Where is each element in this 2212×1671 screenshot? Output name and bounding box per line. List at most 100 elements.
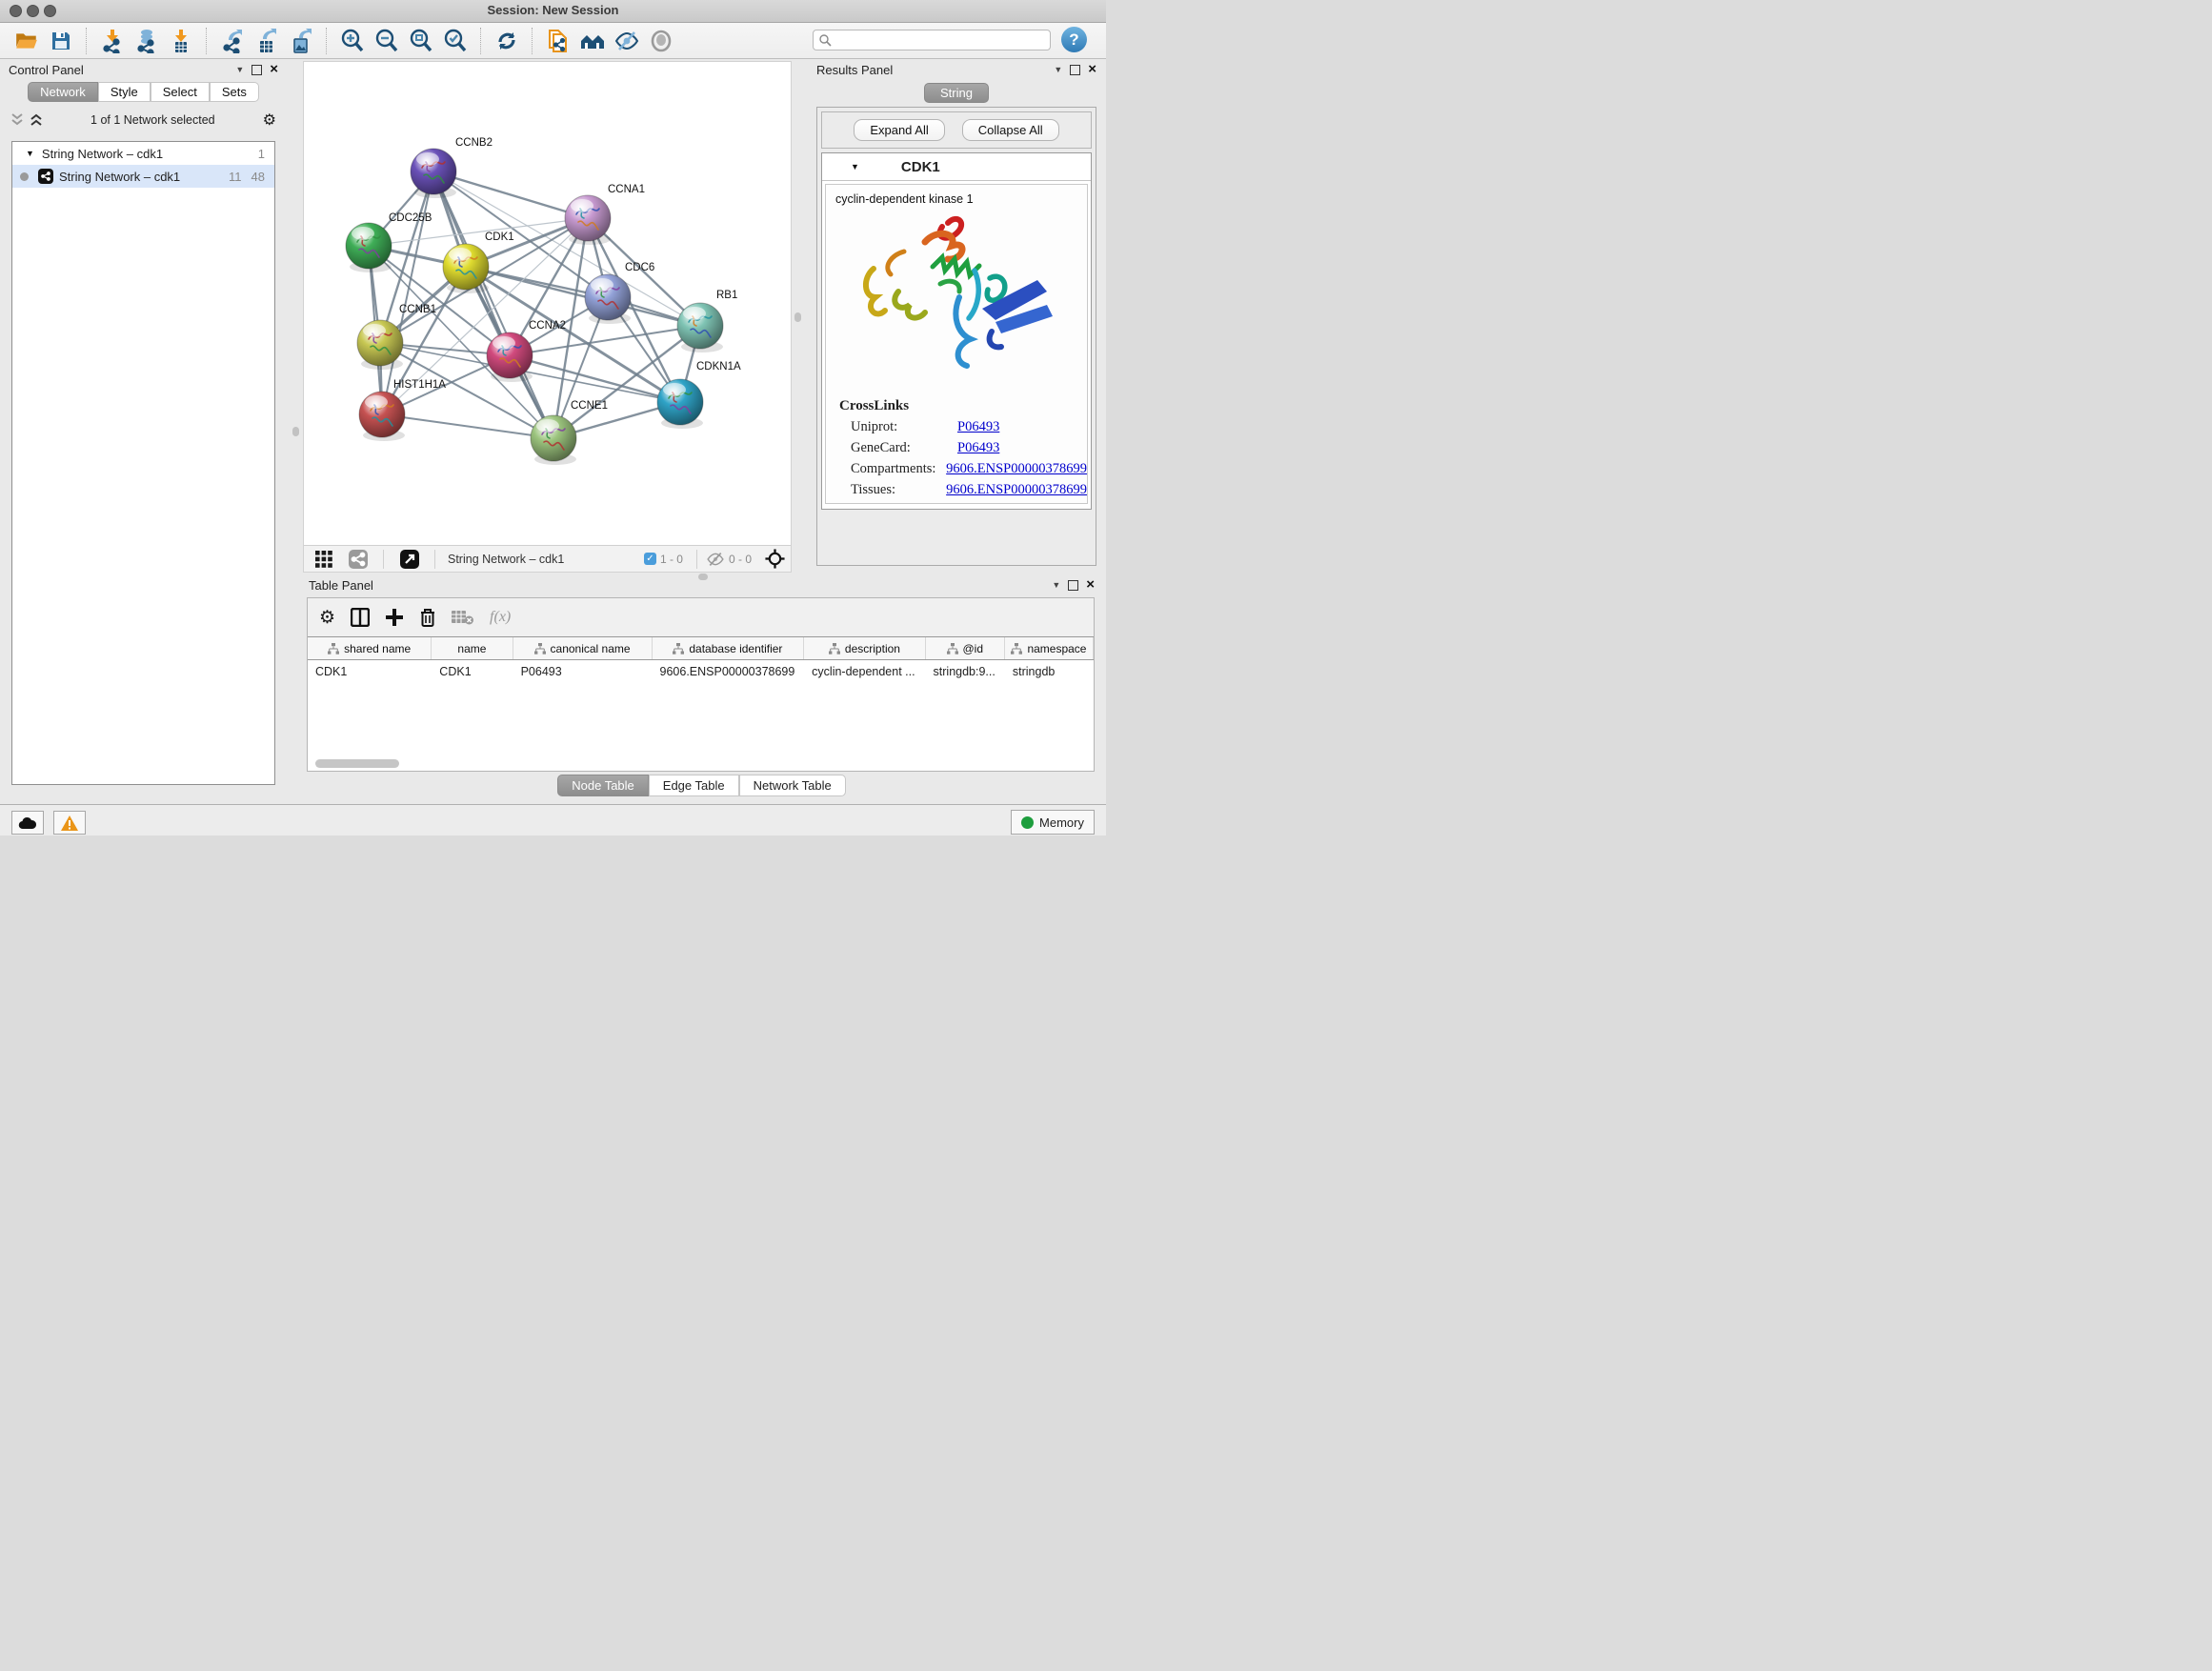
fit-selected-button[interactable] xyxy=(760,545,789,574)
crosslink-link[interactable]: 9606.ENSP00000378699 xyxy=(946,482,1087,497)
column-header-shared-name[interactable]: shared name xyxy=(308,637,432,659)
warnings-button[interactable] xyxy=(53,811,86,835)
memory-button[interactable]: Memory xyxy=(1011,810,1095,835)
export-image-button[interactable] xyxy=(287,27,315,55)
crosslink-link[interactable]: P06493 xyxy=(957,440,999,455)
detach-view-button[interactable] xyxy=(395,545,424,574)
network-node-cdkn1a[interactable] xyxy=(657,379,703,429)
import-table-from-file-button[interactable] xyxy=(167,27,195,55)
tab-network[interactable]: Network xyxy=(28,82,98,102)
table-row[interactable]: CDK1CDK1P064939606.ENSP00000378699cyclin… xyxy=(308,660,1094,683)
float-panel-icon[interactable] xyxy=(251,65,262,75)
crosslink-link[interactable]: P06493 xyxy=(957,419,999,434)
network-edge[interactable] xyxy=(382,171,433,414)
zoom-in-button[interactable] xyxy=(338,27,367,55)
show-graphics-button[interactable] xyxy=(647,27,675,55)
crosslink-link[interactable]: P06493 xyxy=(957,503,999,504)
import-network-from-database-button[interactable] xyxy=(132,27,161,55)
network-share-view-button[interactable] xyxy=(344,545,372,574)
grid-view-button[interactable] xyxy=(310,545,338,574)
title-bar: Session: New Session xyxy=(0,0,1106,23)
float-panel-icon[interactable] xyxy=(1068,580,1078,591)
search-input[interactable] xyxy=(832,32,1050,48)
network-node-ccnb1[interactable] xyxy=(357,320,403,370)
help-button[interactable]: ? xyxy=(1061,27,1087,52)
tab-network-table[interactable]: Network Table xyxy=(739,775,846,796)
right-splitter-handle[interactable] xyxy=(794,312,801,322)
zoom-selected-button[interactable] xyxy=(441,27,470,55)
string-home-button[interactable] xyxy=(578,27,607,55)
function-builder-icon[interactable]: f(x) xyxy=(490,609,511,626)
column-header-namespace[interactable]: namespace xyxy=(1005,637,1094,659)
column-header-name[interactable]: name xyxy=(432,637,513,659)
collapse-all-icon[interactable] xyxy=(10,112,24,128)
close-panel-icon[interactable]: × xyxy=(270,65,278,74)
network-node-cdk1[interactable] xyxy=(443,244,489,293)
column-header-canonical-name[interactable]: canonical name xyxy=(513,637,653,659)
gear-icon[interactable]: ⚙ xyxy=(263,111,276,130)
horizontal-scrollbar[interactable] xyxy=(315,759,399,768)
export-table-button[interactable] xyxy=(252,27,281,55)
network-node-ccna1[interactable] xyxy=(565,195,611,245)
selected-checkbox-icon[interactable]: ✓ xyxy=(644,553,656,565)
column-header-database-identifier[interactable]: database identifier xyxy=(653,637,805,659)
search-field[interactable] xyxy=(813,30,1051,50)
tab-node-table[interactable]: Node Table xyxy=(557,775,649,796)
column-header--id[interactable]: @id xyxy=(926,637,1005,659)
double-home-icon xyxy=(579,29,606,53)
delete-table-icon[interactable] xyxy=(452,609,474,626)
expand-all-button[interactable]: Expand All xyxy=(854,119,944,141)
left-splitter-handle[interactable] xyxy=(292,427,299,436)
network-collection-row[interactable]: ▼ String Network – cdk1 1 xyxy=(12,142,274,165)
network-row[interactable]: String Network – cdk1 11 48 xyxy=(12,165,274,188)
network-edge[interactable] xyxy=(433,171,553,438)
network-node-hist1h1a[interactable] xyxy=(359,392,405,441)
save-session-button[interactable] xyxy=(47,27,75,55)
open-session-button[interactable] xyxy=(12,27,41,55)
expand-all-icon[interactable] xyxy=(30,112,43,128)
network-node-cdc25b[interactable] xyxy=(346,223,392,272)
tab-string[interactable]: String xyxy=(924,83,989,103)
disclosure-triangle-icon[interactable]: ▼ xyxy=(26,149,34,158)
hide-graphics-button[interactable] xyxy=(613,27,641,55)
panel-menu-icon[interactable]: ▼ xyxy=(1054,65,1062,74)
tab-style[interactable]: Style xyxy=(98,82,151,102)
close-panel-icon[interactable]: × xyxy=(1088,65,1096,74)
apply-layout-button[interactable] xyxy=(493,27,521,55)
tab-select[interactable]: Select xyxy=(151,82,210,102)
select-columns-icon[interactable] xyxy=(351,608,370,627)
network-node-cdc6[interactable] xyxy=(585,274,631,324)
crosslink-row: Pharos:P06493 xyxy=(839,503,1087,504)
delete-column-icon[interactable] xyxy=(419,608,436,628)
network-edge[interactable] xyxy=(466,267,700,326)
node-table: shared namenamecanonical namedatabase id… xyxy=(308,636,1094,771)
network-canvas[interactable]: CCNB2CCNA1CDC25BCDK1CDC6RB1CCNB1CCNA2CDK… xyxy=(304,62,791,546)
network-node-ccna2[interactable] xyxy=(487,332,533,382)
network-node-rb1[interactable] xyxy=(677,303,723,352)
table-settings-gear-icon[interactable]: ⚙ xyxy=(319,607,335,629)
network-node-ccnb2[interactable] xyxy=(411,149,456,198)
collapse-all-button[interactable]: Collapse All xyxy=(962,119,1059,141)
column-type-icon xyxy=(328,643,339,654)
section-disclosure-icon[interactable]: ▼ xyxy=(851,162,859,171)
network-node-ccne1[interactable] xyxy=(531,415,576,465)
zoom-fit-button[interactable] xyxy=(407,27,435,55)
column-header-description[interactable]: description xyxy=(804,637,925,659)
panel-menu-icon[interactable]: ▼ xyxy=(235,65,244,74)
network-edge[interactable] xyxy=(510,355,680,402)
tab-sets[interactable]: Sets xyxy=(210,82,259,102)
zoom-out-button[interactable] xyxy=(372,27,401,55)
add-column-icon[interactable] xyxy=(385,608,404,627)
tab-edge-table[interactable]: Edge Table xyxy=(649,775,739,796)
crosslink-link[interactable]: 9606.ENSP00000378699 xyxy=(946,461,1087,476)
network-edge[interactable] xyxy=(382,414,553,438)
export-network-button[interactable] xyxy=(218,27,247,55)
network-edge[interactable] xyxy=(433,171,588,218)
panel-menu-icon[interactable]: ▼ xyxy=(1052,580,1060,590)
float-panel-icon[interactable] xyxy=(1070,65,1080,75)
cloud-status-button[interactable] xyxy=(11,811,44,835)
clone-network-button[interactable] xyxy=(544,27,573,55)
refresh-arrows-icon xyxy=(494,29,519,53)
close-panel-icon[interactable]: × xyxy=(1086,580,1095,590)
import-network-from-file-button[interactable] xyxy=(98,27,127,55)
